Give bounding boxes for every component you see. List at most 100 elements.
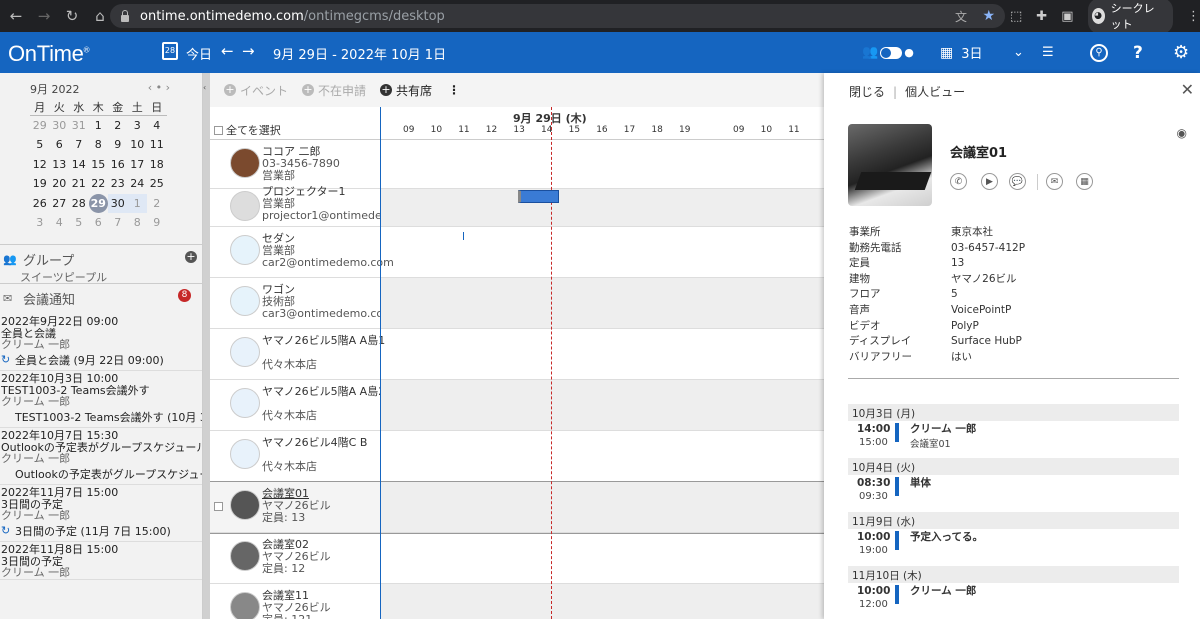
resource-row[interactable]: ヤマノ26ビル5階A A島1 代々木本店 [210, 329, 824, 380]
mini-calendar-day[interactable]: 1 [127, 193, 147, 213]
mini-calendar-day[interactable]: 16 [108, 155, 128, 175]
mini-calendar-day[interactable]: 1 [89, 116, 109, 136]
mini-calendar-day[interactable]: 23 [108, 174, 128, 194]
mini-calendar-day[interactable]: 3 [30, 213, 50, 233]
back-arrow-icon[interactable]: ← [4, 4, 28, 28]
phone-icon[interactable]: ✆ [950, 173, 967, 190]
mini-calendar-day[interactable]: 24 [128, 174, 148, 194]
resource-row[interactable]: プロジェクター1 営業部 projector1@ontimede... [210, 186, 824, 227]
schedule-slot[interactable] [381, 329, 824, 379]
browser-menu-icon[interactable]: ⋮ [1187, 9, 1200, 24]
schedule-slot[interactable] [381, 227, 824, 277]
mini-calendar-day[interactable]: 27 [50, 194, 70, 214]
sidepanel-icon[interactable]: ▣ [1061, 9, 1073, 24]
mini-calendar-day[interactable]: 10 [128, 135, 148, 155]
personal-view-link[interactable]: 個人ビュー [905, 85, 965, 99]
add-absence-button[interactable]: + 不在申請 [302, 82, 366, 99]
address-bar[interactable]: ontime.ontimedemo.com /ontimegcms/deskto… [110, 4, 1005, 28]
schedule-slot[interactable] [381, 533, 824, 583]
mini-calendar-day[interactable]: 21 [69, 174, 89, 194]
notice-item[interactable]: 2022年10月7日 15:30 Outlookの予定表がグループスケジュール連ク… [0, 428, 202, 485]
chevron-down-icon[interactable]: ⌄ [1013, 32, 1024, 73]
mini-calendar-day[interactable]: 7 [108, 213, 128, 233]
mini-calendar-day[interactable]: 12 [30, 155, 50, 175]
close-link[interactable]: 閉じる [849, 85, 885, 99]
schedule-slot[interactable] [381, 189, 824, 226]
extensions-icon[interactable]: ⬚ [1010, 9, 1022, 24]
notice-link[interactable]: 3日間の予定 (11月 7日 15:00) [1, 522, 202, 542]
mini-calendar-day[interactable]: 9 [108, 135, 128, 155]
resource-row[interactable]: ワゴン 技術部 car3@ontimedemo.com [210, 278, 824, 329]
view-toggle[interactable] [880, 46, 903, 59]
mini-calendar-day[interactable]: 28 [69, 194, 89, 214]
notice-link[interactable]: TEST1003-2 Teams会議外す (10月 3日 1 [1, 408, 202, 428]
groups-section[interactable]: 👥 グループ スイーツピープル + [0, 244, 202, 284]
add-group-icon[interactable]: + [185, 251, 197, 263]
gear-icon[interactable]: ⚙ [1173, 32, 1189, 73]
translate-icon[interactable]: 文 [955, 8, 967, 25]
incognito-chip[interactable]: ◕ シークレット [1087, 0, 1173, 34]
prev-arrow-icon[interactable]: ← [221, 42, 234, 60]
mini-calendar-day[interactable]: 19 [30, 174, 50, 194]
mini-calendar-day[interactable]: 17 [128, 155, 148, 175]
mini-calendar-day[interactable]: 6 [50, 135, 70, 155]
next-arrow-icon[interactable]: → [242, 42, 255, 60]
resource-row[interactable]: ヤマノ26ビル5階A A島2 代々木本店 [210, 380, 824, 431]
mini-calendar-day[interactable]: 30 [108, 193, 128, 213]
reload-icon[interactable]: ↻ [60, 4, 84, 28]
resource-row[interactable]: 会議室01 ヤマノ26ビル 定員: 13 [210, 481, 824, 534]
add-event-button[interactable]: + イベント [224, 82, 288, 99]
schedule-slot[interactable] [381, 278, 824, 328]
filter-settings-icon[interactable]: ☰ [1042, 32, 1054, 73]
mini-calendar-day[interactable]: 4 [147, 116, 167, 136]
today-button[interactable]: 今日 [186, 44, 212, 63]
mini-calendar-day[interactable]: 4 [50, 213, 70, 233]
mini-calendar-day[interactable]: 15 [89, 155, 109, 175]
notice-item[interactable]: 2022年11月8日 15:00 3日間の予定 クリーム 一郎 [0, 542, 202, 580]
row-checkbox[interactable] [214, 502, 223, 511]
mini-calendar-day[interactable]: 6 [89, 213, 109, 233]
mini-calendar-day[interactable]: 25 [147, 174, 167, 194]
resource-row[interactable]: 会議室02 ヤマノ26ビル 定員: 12 [210, 533, 824, 584]
agenda-item[interactable]: 10:00 12:00 クリーム 一郎 [848, 583, 1179, 619]
mini-calendar-day[interactable]: 7 [69, 135, 89, 155]
puzzle-icon[interactable]: ✚ [1036, 9, 1047, 24]
bookmark-star-icon[interactable]: ★ [982, 8, 995, 24]
mini-calendar-day[interactable]: 14 [69, 155, 89, 175]
notice-link[interactable]: 全員と会議 (9月 22日 09:00) [1, 351, 202, 371]
mini-calendar-day[interactable]: 20 [50, 174, 70, 194]
schedule-slot[interactable] [381, 140, 824, 188]
resource-row[interactable]: ココア 二郎 03-3456-7890 営業部 [210, 140, 824, 189]
agenda-item[interactable]: 10:00 19:00 予定入ってる。 [848, 529, 1179, 566]
mini-calendar-day[interactable]: 30 [50, 116, 70, 136]
forward-arrow-icon[interactable]: → [32, 4, 56, 28]
calendar-icon[interactable]: 28 [162, 42, 178, 60]
mini-calendar-day[interactable]: 5 [69, 213, 89, 233]
resource-row[interactable]: 会議室11ヤマノ26ビル定員: 121 [210, 584, 824, 619]
event-block[interactable] [518, 190, 559, 203]
schedule-slot[interactable] [381, 431, 824, 481]
search-person-icon[interactable]: ⚲ [1090, 32, 1108, 73]
mini-calendar-day[interactable]: 29 [88, 193, 108, 213]
mini-calendar-day[interactable]: 5 [30, 135, 50, 155]
resource-row[interactable]: ヤマノ26ビル4階C B 代々木本店 [210, 431, 824, 482]
video-icon[interactable]: ▶ [981, 173, 998, 190]
mini-calendar-day[interactable]: 13 [50, 155, 70, 175]
add-shared-seat-button[interactable]: + 共有席 [380, 82, 432, 99]
select-all-checkbox[interactable] [214, 125, 223, 135]
schedule-slot[interactable] [381, 584, 824, 619]
select-all[interactable]: 全てを選択 [214, 122, 281, 138]
mini-calendar-day[interactable]: 18 [147, 155, 167, 175]
mini-calendar-day[interactable]: 31 [69, 116, 89, 136]
mini-calendar-day[interactable]: 2 [108, 116, 128, 136]
mini-calendar-day[interactable]: 8 [89, 135, 109, 155]
resource-row[interactable]: セダン 営業部 car2@ontimedemo.com [210, 227, 824, 278]
close-icon[interactable]: ✕ [1181, 80, 1194, 99]
mini-calendar-day[interactable]: 9 [147, 213, 167, 233]
schedule-slot[interactable] [381, 482, 824, 532]
mini-calendar-day[interactable]: 8 [128, 213, 148, 233]
notice-item[interactable]: 2022年9月22日 09:00全員と会議クリーム 一郎全員と会議 (9月 22… [0, 314, 202, 371]
mini-calendar-day[interactable]: 26 [30, 194, 50, 214]
notice-item[interactable]: 2022年10月3日 10:00 TEST1003-2 Teams会議外す クリーム… [0, 371, 202, 428]
notice-item[interactable]: 2022年11月7日 15:003日間の予定クリーム 一郎3日間の予定 (11月… [0, 485, 202, 542]
